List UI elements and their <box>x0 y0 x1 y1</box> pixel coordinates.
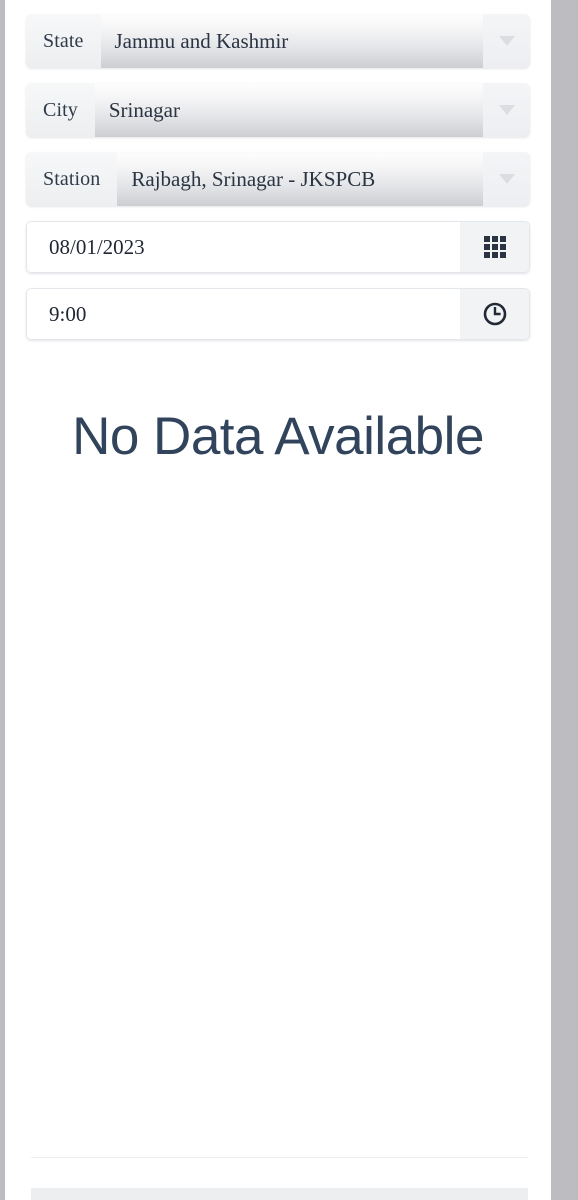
date-input-row[interactable]: 08/01/2023 <box>26 221 530 273</box>
city-select-row[interactable]: City Srinagar <box>26 83 530 137</box>
state-select[interactable]: Jammu and Kashmir <box>100 14 483 68</box>
date-input-value: 08/01/2023 <box>49 234 145 259</box>
state-selected-value: Jammu and Kashmir <box>114 29 289 53</box>
city-dropdown-toggle[interactable] <box>483 83 530 137</box>
page-surface: State Jammu and Kashmir City Srinagar St… <box>5 0 551 1200</box>
time-input-value: 9:00 <box>49 301 87 326</box>
state-select-row[interactable]: State Jammu and Kashmir <box>26 14 530 68</box>
footer-band <box>31 1188 528 1200</box>
station-select[interactable]: Rajbagh, Srinagar - JKSPCB <box>117 152 483 206</box>
state-dropdown-toggle[interactable] <box>483 14 530 68</box>
chevron-down-icon <box>498 174 515 184</box>
date-picker-button[interactable] <box>460 221 530 273</box>
state-label: State <box>26 14 101 68</box>
chevron-down-icon <box>498 36 515 46</box>
city-select[interactable]: Srinagar <box>94 83 483 137</box>
page-scrollbar[interactable] <box>551 0 578 1200</box>
time-picker-button[interactable] <box>460 288 530 340</box>
station-selected-value: Rajbagh, Srinagar - JKSPCB <box>131 167 376 191</box>
time-input-row[interactable]: 9:00 <box>26 288 530 340</box>
no-data-message: No Data Available <box>72 407 484 466</box>
filter-panel: State Jammu and Kashmir City Srinagar St… <box>5 0 551 463</box>
city-label: City <box>26 83 95 137</box>
calendar-grid-icon <box>483 236 506 258</box>
clock-icon <box>483 302 506 326</box>
station-label: Station <box>26 152 118 206</box>
station-select-row[interactable]: Station Rajbagh, Srinagar - JKSPCB <box>26 152 530 206</box>
city-selected-value: Srinagar <box>108 98 181 122</box>
station-dropdown-toggle[interactable] <box>483 152 530 206</box>
time-input[interactable]: 9:00 <box>26 288 460 340</box>
date-input[interactable]: 08/01/2023 <box>26 221 460 273</box>
chevron-down-icon <box>498 105 515 115</box>
content-divider <box>31 1157 528 1158</box>
